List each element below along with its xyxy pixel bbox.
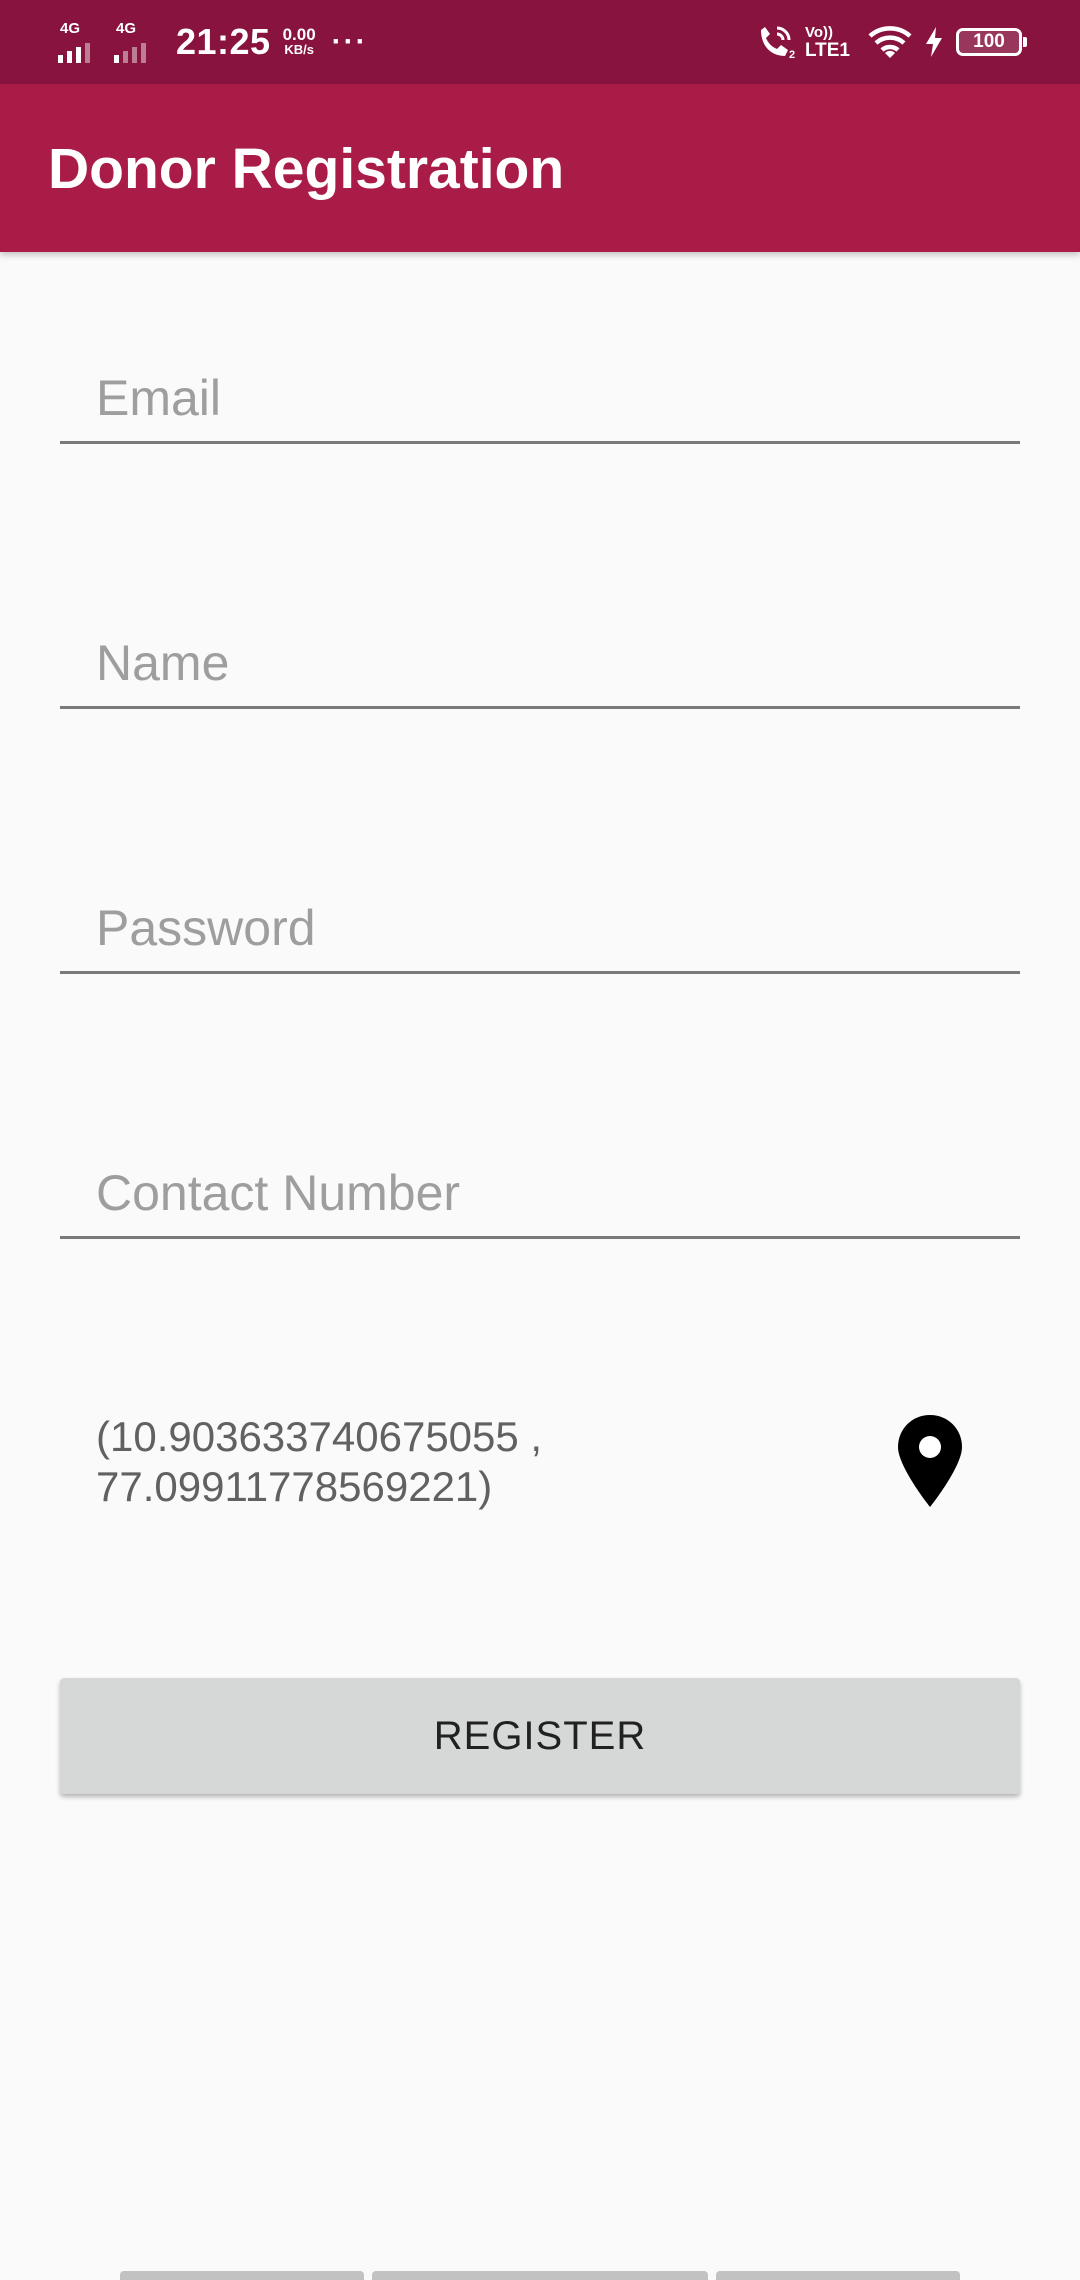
status-time: 21:25 xyxy=(176,21,271,62)
password-input[interactable] xyxy=(96,899,996,957)
status-right: 2 Vo)) LTE1 100 xyxy=(755,18,1027,66)
location-coordinates: (10.903633740675055 , 77.09911778569221) xyxy=(96,1412,542,1512)
nav-back-button[interactable] xyxy=(716,2271,960,2280)
sim1-network-type: 4G xyxy=(60,20,81,37)
system-navigation-bar xyxy=(120,2271,960,2280)
register-button[interactable]: REGISTER xyxy=(60,1678,1020,1794)
name-input[interactable] xyxy=(96,634,996,692)
contact-number-input[interactable] xyxy=(96,1164,996,1222)
wifi-icon xyxy=(868,26,912,58)
sim2-signal-icon: 4G xyxy=(114,21,162,63)
lte-label: LTE1 xyxy=(804,40,850,61)
volte-indicator: Vo)) LTE1 xyxy=(805,24,850,60)
sim1-signal-icon: 4G xyxy=(58,21,106,63)
network-speed-value: 0.00 xyxy=(282,25,316,44)
network-speed: 0.00 KB/s xyxy=(282,25,316,57)
name-field[interactable] xyxy=(60,597,1020,709)
password-field[interactable] xyxy=(60,862,1020,974)
network-speed-unit: KB/s xyxy=(284,42,314,57)
status-left: 4G 4G 21:25 0.00 KB/s ··· xyxy=(58,18,368,66)
nav-recents-button[interactable] xyxy=(120,2271,364,2280)
map-pin-icon[interactable] xyxy=(898,1415,962,1507)
app-bar: Donor Registration xyxy=(0,84,1080,252)
battery-icon: 100 xyxy=(956,28,1027,56)
battery-level: 100 xyxy=(973,31,1005,52)
nav-home-button[interactable] xyxy=(372,2271,708,2280)
sim2-network-type: 4G xyxy=(116,20,137,37)
location-longitude: 77.09911778569221) xyxy=(96,1463,493,1510)
more-notifications-icon: ··· xyxy=(331,25,368,58)
contact-number-field[interactable] xyxy=(60,1127,1020,1239)
email-input[interactable] xyxy=(96,369,996,427)
location-latitude: (10.903633740675055 , xyxy=(96,1413,543,1460)
email-field[interactable] xyxy=(60,332,1020,444)
page-title: Donor Registration xyxy=(48,137,565,201)
wifi-call-icon: 2 xyxy=(760,26,795,60)
call-sim-index: 2 xyxy=(789,49,795,60)
status-bar: 4G 4G 21:25 0.00 KB/s ··· 2 Vo)) LTE1 10… xyxy=(0,0,1080,84)
bolt-icon xyxy=(926,27,942,57)
